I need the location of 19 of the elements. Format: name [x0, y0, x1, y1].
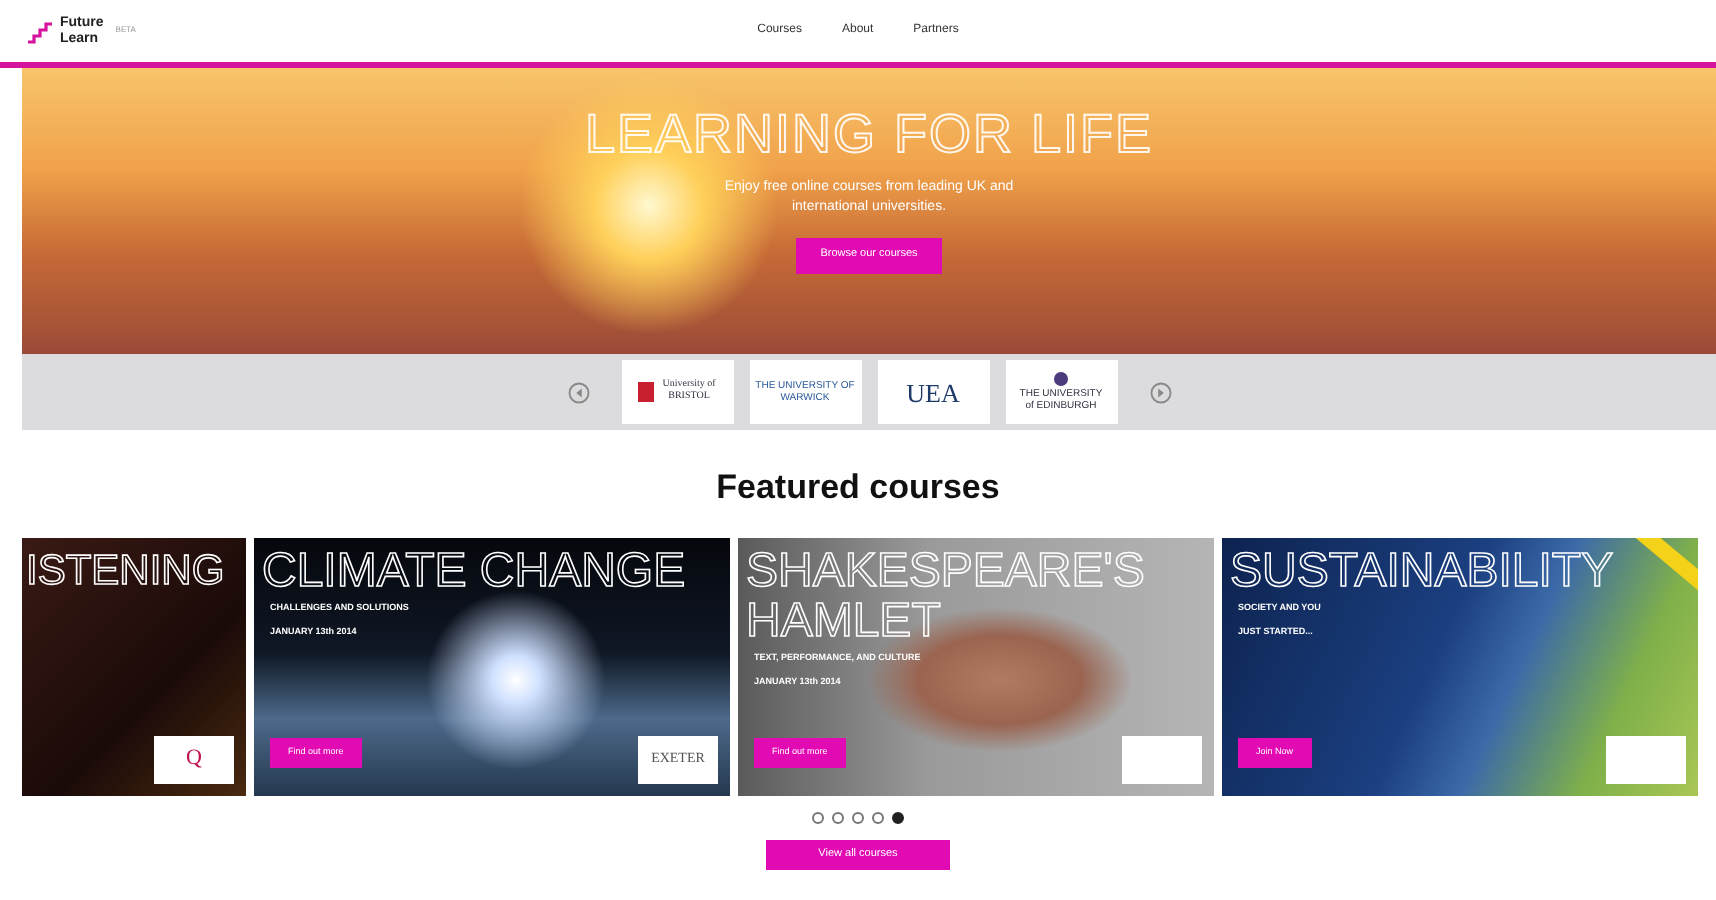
university-logo [1122, 735, 1202, 783]
carousel-dot[interactable] [892, 811, 904, 823]
course-card[interactable]: ISTENING Q [22, 537, 246, 795]
university-logo: Q [154, 735, 234, 783]
course-title: ISTENING [24, 545, 227, 595]
partner-name: UEA [906, 379, 960, 405]
stairs-logo-icon [28, 19, 52, 43]
university-logo [1606, 735, 1686, 783]
course-title: SUSTAINABILITY [1228, 541, 1616, 595]
crest-icon [638, 382, 655, 402]
partner-logo[interactable]: UEA [877, 360, 989, 424]
seal-icon [1054, 372, 1068, 386]
section-title: Featured courses [714, 466, 1002, 510]
course-title: CLIMATE CHANGE [260, 541, 688, 595]
carousel-dot[interactable] [832, 811, 844, 823]
carousel-dot[interactable] [852, 811, 864, 823]
hero-title: LEARNING FOR LIFE [582, 102, 1156, 162]
carousel-dot[interactable] [872, 811, 884, 823]
carousel-dot[interactable] [812, 811, 824, 823]
